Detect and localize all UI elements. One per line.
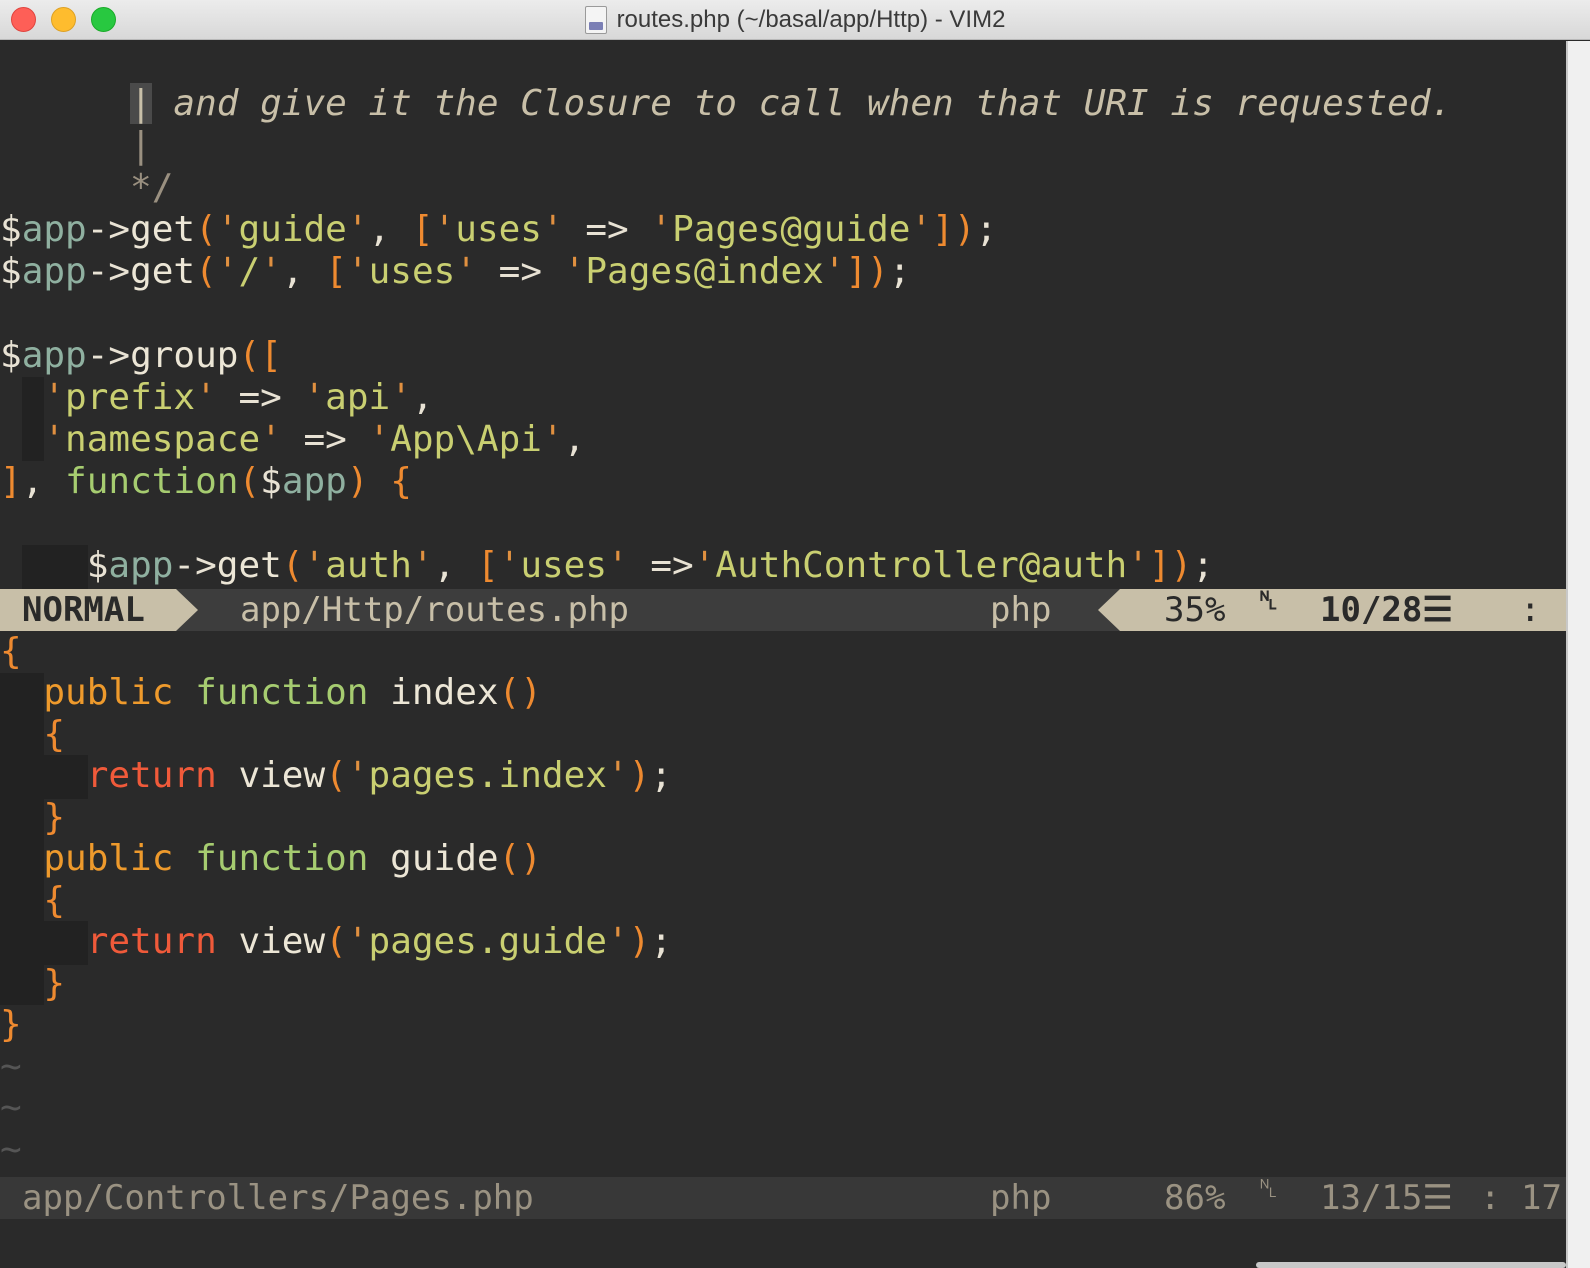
status-filetype: php	[990, 590, 1052, 630]
line-number-icon: ␤	[1258, 586, 1279, 616]
empty-line-tilde: ~	[0, 1087, 22, 1128]
code-line: {	[0, 631, 22, 672]
command-line[interactable]	[0, 1219, 1590, 1268]
code-line: }	[43, 797, 66, 838]
title-bar[interactable]: routes.php (~/basal/app/Http) - VIM2	[0, 0, 1590, 40]
code-line: 'prefix' => 'api',	[43, 377, 434, 418]
vim-window: routes.php (~/basal/app/Http) - VIM2 | a…	[0, 0, 1590, 1268]
code-line: */	[0, 125, 173, 208]
status-line-position: 10/28☰	[1320, 590, 1453, 630]
code-line: $app->get('guide', ['uses' => 'Pages@gui…	[0, 209, 998, 250]
code-line: return view('pages.guide');	[86, 921, 672, 962]
status-line-position: 13/15☰	[1320, 1178, 1453, 1218]
status-position-block: 35% ␤ 10/28☰ : 1	[1120, 586, 1566, 631]
line-number-icon: ␤	[1258, 1174, 1279, 1204]
column-separator: :	[1520, 590, 1541, 630]
statusline-active: NORMAL app/Http/routes.php php 35% ␤ 10/…	[0, 586, 1566, 631]
horizontal-scrollbar[interactable]	[1256, 1262, 1566, 1268]
code-line: $app->get('auth', ['uses' =>'AuthControl…	[86, 545, 1214, 586]
column-separator: :	[1480, 1178, 1501, 1218]
comment-text: and give it the Closure to call when tha…	[151, 83, 1453, 124]
window-title: routes.php (~/basal/app/Http) - VIM2	[616, 6, 1006, 33]
code-line: | and give it the Closure to call when t…	[0, 41, 1452, 124]
status-percent: 86%	[1164, 1178, 1226, 1218]
code-line: public function index()	[43, 672, 542, 713]
code-line: |	[0, 83, 152, 166]
statusline-inactive: app/Controllers/Pages.php php 86% ␤ 13/1…	[0, 1174, 1566, 1219]
editor-pane-pages[interactable]: { public function index() { return view(…	[0, 631, 1566, 1177]
code-line: }	[0, 1004, 22, 1045]
title-wrap: routes.php (~/basal/app/Http) - VIM2	[0, 0, 1590, 40]
empty-line-tilde: ~	[0, 1129, 22, 1170]
status-percent: 35%	[1164, 590, 1226, 630]
comment-close: */	[130, 167, 174, 208]
status-filename: app/Http/routes.php	[240, 590, 629, 630]
code-line: return view('pages.index');	[86, 755, 672, 796]
status-column: : 17	[1480, 1177, 1562, 1219]
code-line: ], function($app) {	[0, 461, 412, 502]
code-line: public function guide()	[43, 838, 542, 879]
vertical-scrollbar[interactable]	[1566, 41, 1590, 1268]
code-line: {	[43, 714, 66, 755]
empty-line-tilde: ~	[0, 1046, 22, 1087]
php-file-icon	[584, 6, 607, 34]
editor-pane-routes[interactable]: | and give it the Closure to call when t…	[0, 41, 1566, 589]
code-line: $app->group([	[0, 335, 282, 376]
status-filetype: php	[990, 1178, 1052, 1218]
code-line: $app->get('/', ['uses' => 'Pages@index']…	[0, 251, 911, 292]
code-line: }	[43, 963, 66, 1004]
code-line: {	[43, 880, 66, 921]
mode-indicator: NORMAL	[0, 589, 176, 631]
powerline-separator	[176, 589, 198, 631]
powerline-separator	[1098, 589, 1120, 631]
status-filename: app/Controllers/Pages.php	[22, 1178, 534, 1218]
code-line: 'namespace' => 'App\Api',	[43, 419, 586, 460]
column-value: 17	[1520, 1178, 1562, 1218]
